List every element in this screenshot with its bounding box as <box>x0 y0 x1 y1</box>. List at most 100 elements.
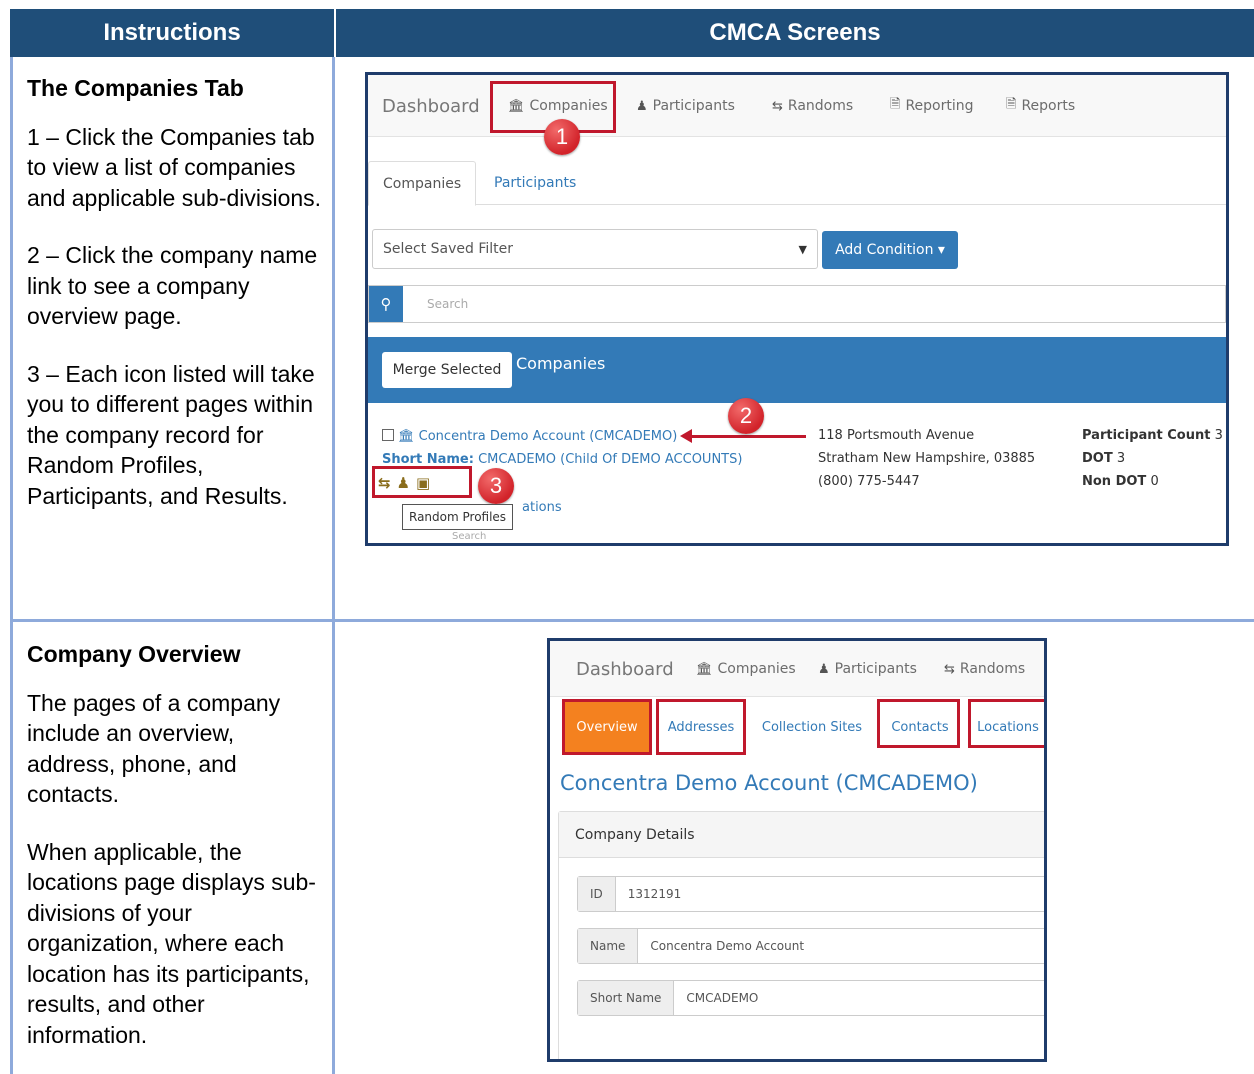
row-checkbox[interactable] <box>382 429 394 441</box>
locations-link-partial[interactable]: ations <box>522 500 562 515</box>
nav-participants[interactable]: ♟ Participants <box>636 75 735 137</box>
section-companies-tab: The Companies Tab 1 – Click the Companie… <box>27 73 327 538</box>
table-border-left <box>10 57 13 1074</box>
random-profiles-tooltip: Random Profiles <box>402 504 514 530</box>
nav-reports[interactable]: 🗎 Reports <box>1006 75 1075 137</box>
panel-title: Companies <box>516 353 606 373</box>
contacts-highlight <box>877 699 960 748</box>
short-name-link[interactable]: CMCADEMO (Child Of DEMO ACCOUNTS) <box>478 452 742 467</box>
step-marker-2: 2 <box>728 398 764 434</box>
nav-randoms[interactable]: ⇆ Randoms <box>772 75 853 137</box>
participant-count: Participant Count 3 <box>1082 428 1223 443</box>
section-company-overview: Company Overview The pages of a company … <box>27 639 327 1074</box>
stat-label: Participant Count <box>1082 428 1211 443</box>
company-details-panel: Company Details ID 1312191 Name Concentr… <box>558 811 1044 1059</box>
nav-label: Randoms <box>787 98 854 114</box>
stat-value: 0 <box>1150 474 1159 489</box>
nav-label: Dashboard <box>382 95 480 117</box>
dot-count: DOT 3 <box>1082 451 1125 466</box>
merge-selected-button[interactable]: Merge Selected <box>382 352 512 388</box>
add-condition-button[interactable]: Add Condition ▾ <box>822 231 958 269</box>
file-icon: 🗎 <box>890 97 901 112</box>
phone-number: (800) 775-5447 <box>818 474 920 489</box>
table-column-divider <box>332 57 335 1074</box>
stat-label: Non DOT <box>1082 474 1147 489</box>
company-action-icons: ⇆ ♟ ▣ <box>378 472 430 494</box>
nav-label: Participants <box>834 661 917 677</box>
users-icon: ♟ <box>818 661 830 677</box>
details-header: Company Details <box>559 812 1044 858</box>
short-name-label: Short Name: <box>382 452 474 467</box>
nav-companies[interactable]: 🏛 Companies <box>696 641 796 697</box>
instructions-header: Instructions <box>10 9 334 57</box>
address-line-1: 118 Portsmouth Avenue <box>818 428 975 443</box>
arrow-head <box>680 429 692 443</box>
step-1-text: 1 – Click the Companies tab to view a li… <box>27 123 322 211</box>
section-title: The Companies Tab <box>27 75 244 101</box>
bank-icon: 🏛 <box>398 429 415 444</box>
section-title: Company Overview <box>27 641 241 667</box>
nav-label: Dashboard <box>576 658 674 680</box>
name-field: Name Concentra Demo Account <box>577 928 1044 964</box>
table-row-divider <box>10 619 1254 622</box>
locations-highlight <box>968 699 1044 748</box>
nav-label: Randoms <box>959 661 1026 677</box>
search-icon[interactable]: ⚲ <box>369 286 403 322</box>
users-icon: ♟ <box>636 98 648 114</box>
nav-participants[interactable]: ♟ Participants <box>818 641 917 697</box>
saved-filter-select[interactable]: Select Saved Filter ▼ <box>372 229 818 269</box>
companies-list-screenshot: Dashboard 🏛 Companies ♟ Participants ⇆ R… <box>365 72 1229 546</box>
locations-search-partial: Search <box>452 531 487 542</box>
search-bar: ⚲ Search <box>368 285 1226 323</box>
stat-value: 3 <box>1116 451 1126 466</box>
overview-paragraph: The pages of a company include an overvi… <box>27 689 281 808</box>
id-value: 1312191 <box>627 887 682 901</box>
file-icon: 🗎 <box>1006 97 1017 112</box>
retweet-icon: ⇆ <box>944 661 955 677</box>
screens-header: CMCA Screens <box>336 9 1254 57</box>
retweet-icon[interactable]: ⇆ <box>378 474 391 492</box>
nav-label: Participants <box>652 98 735 114</box>
short-name-value: CMCADEMO <box>686 991 759 1005</box>
search-input[interactable]: Search <box>427 286 468 322</box>
nav-label: Companies <box>717 661 796 677</box>
id-label: ID <box>578 877 616 911</box>
nav-label: Reports <box>1021 98 1076 114</box>
sub-tabs: Companies Participants <box>368 161 1226 206</box>
address-line-2: Stratham New Hampshire, 03885 <box>818 451 1036 466</box>
stat-label: DOT <box>1082 451 1113 466</box>
nav-dashboard[interactable]: Dashboard <box>382 75 480 137</box>
step-2-text: 2 – Click the company name link to see a… <box>27 242 318 329</box>
short-name-label: Short Name <box>578 981 675 1015</box>
nav-reporting[interactable]: 🗎 Reporting <box>890 75 974 137</box>
company-overview-screenshot: Dashboard 🏛 Companies ♟ Participants ⇆ R… <box>547 638 1047 1062</box>
non-dot-count: Non DOT 0 <box>1082 474 1159 489</box>
top-navbar: Dashboard 🏛 Companies ♟ Participants ⇆ R… <box>550 641 1044 697</box>
short-name-field: Short Name CMCADEMO <box>577 980 1044 1016</box>
locations-paragraph: When applicable, the locations page disp… <box>27 838 316 1048</box>
bank-icon: 🏛 <box>696 661 713 677</box>
step-3-text: 3 – Each icon listed will take you to di… <box>27 360 315 509</box>
nav-label: Reporting <box>905 98 974 114</box>
name-label: Name <box>578 929 639 963</box>
addresses-highlight <box>656 699 746 755</box>
chevron-down-icon: ▼ <box>798 242 807 256</box>
arrow-line <box>690 435 806 438</box>
nav-randoms[interactable]: ⇆ Randoms <box>944 641 1025 697</box>
company-row-title: 🏛 Concentra Demo Account (CMCADEMO) <box>382 429 677 444</box>
company-name-link[interactable]: Concentra Demo Account (CMCADEMO) <box>419 429 678 444</box>
step-marker-3: 3 <box>478 468 514 504</box>
companies-panel-header: Merge Selected Companies <box>368 337 1226 403</box>
stat-value: 3 <box>1214 428 1223 443</box>
subtab-participants[interactable]: Participants <box>480 161 590 205</box>
step-marker-1: 1 <box>544 119 580 155</box>
tab-collection-sites[interactable]: Collection Sites <box>754 701 870 753</box>
retweet-icon: ⇆ <box>772 98 783 114</box>
users-icon[interactable]: ♟ <box>397 474 410 492</box>
select-value: Select Saved Filter <box>383 241 514 257</box>
id-field: ID 1312191 <box>577 876 1044 912</box>
subtab-companies[interactable]: Companies <box>368 161 477 206</box>
nav-dashboard[interactable]: Dashboard <box>576 641 674 697</box>
inbox-icon[interactable]: ▣ <box>416 474 430 492</box>
name-value: Concentra Demo Account <box>650 939 805 953</box>
